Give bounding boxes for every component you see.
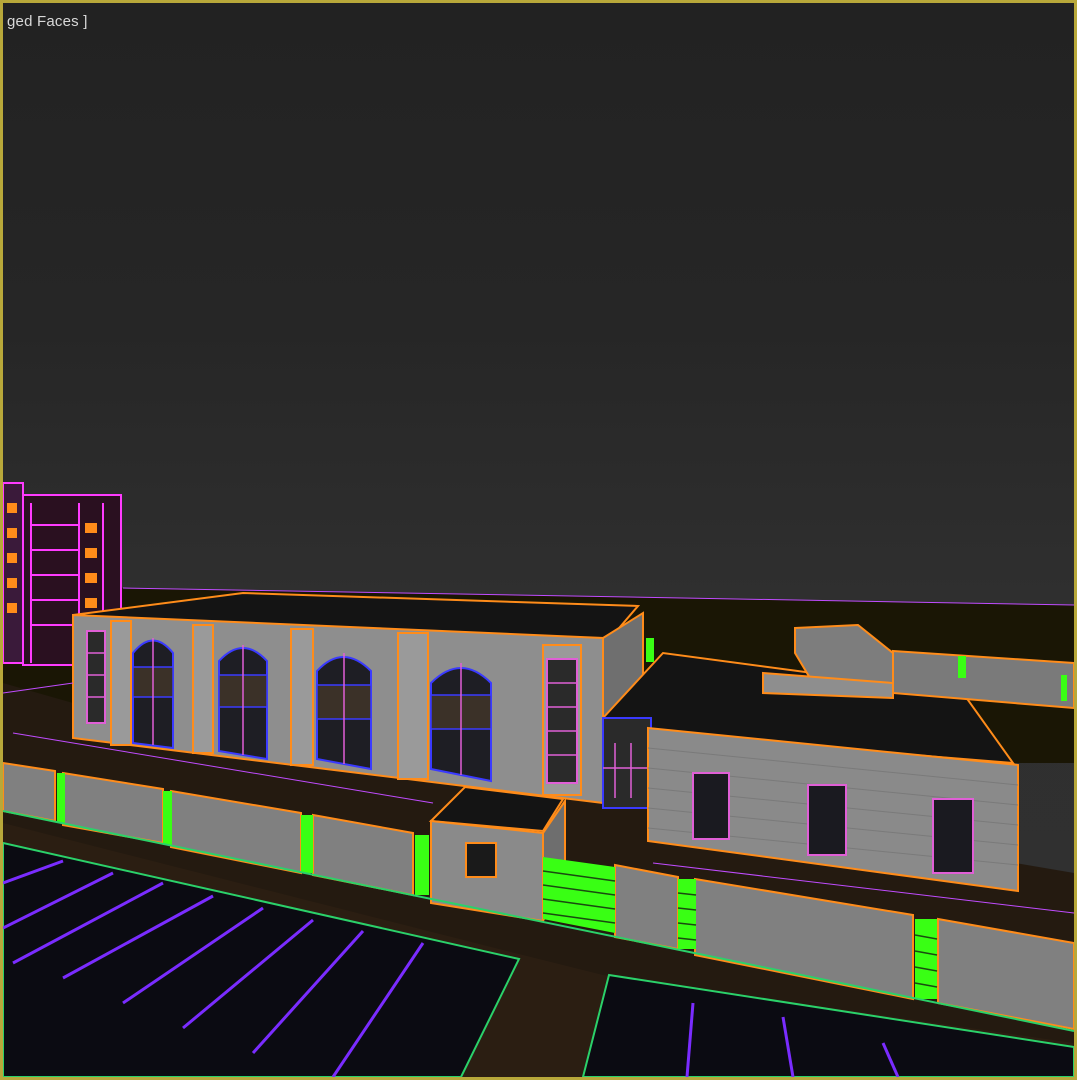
scene-render[interactable] <box>3 3 1074 1077</box>
viewport-perspective[interactable]: ged Faces ] <box>0 0 1077 1080</box>
